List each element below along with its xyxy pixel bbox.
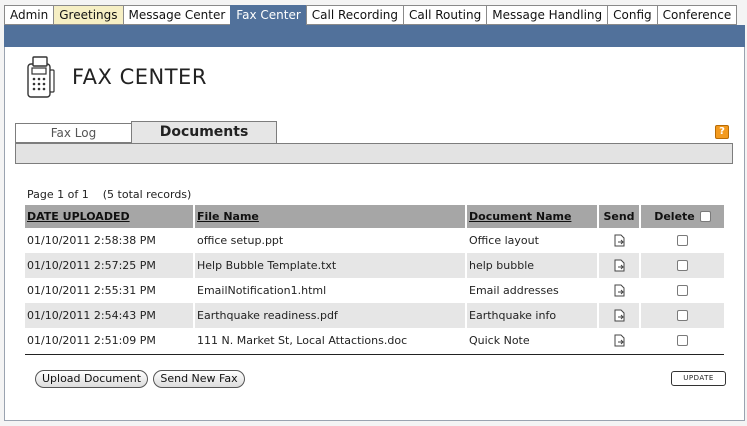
main-panel: FAX CENTER Fax Log Documents ? Page 1 of…	[4, 47, 745, 421]
tab-fax-log[interactable]: Fax Log	[15, 123, 132, 143]
upload-document-button[interactable]: Upload Document	[35, 370, 148, 388]
delete-cell	[641, 228, 724, 253]
document-name-cell: Office layout	[467, 228, 599, 253]
tab-documents[interactable]: Documents	[131, 121, 277, 143]
documents-table: DATE UPLOADED File Name Document Name Se…	[25, 205, 724, 353]
send-cell	[599, 303, 641, 328]
nav-tab-greetings[interactable]: Greetings	[53, 5, 123, 25]
table-row: 01/10/2011 2:57:25 PM Help Bubble Templa…	[25, 253, 724, 278]
date-uploaded-cell: 01/10/2011 2:54:43 PM	[25, 303, 195, 328]
column-header-date-uploaded[interactable]: DATE UPLOADED	[25, 205, 195, 228]
sub-tabs: Fax Log Documents	[15, 121, 277, 143]
document-name-cell: Earthquake info	[467, 303, 599, 328]
send-document-icon[interactable]	[613, 284, 626, 297]
table-divider	[25, 354, 724, 355]
table-header-row: DATE UPLOADED File Name Document Name Se…	[25, 205, 724, 228]
table-row: 01/10/2011 2:54:43 PM Earthquake readine…	[25, 303, 724, 328]
delete-checkbox[interactable]	[677, 285, 688, 296]
delete-cell	[641, 253, 724, 278]
send-document-icon[interactable]	[613, 334, 626, 347]
sub-tab-bar	[15, 143, 733, 164]
page-header: FAX CENTER	[27, 56, 207, 98]
table-row: 01/10/2011 2:58:38 PM office setup.ppt O…	[25, 228, 724, 253]
file-name-cell: Help Bubble Template.txt	[195, 253, 467, 278]
pagination-info: Page 1 of 1 (5 total records)	[27, 188, 191, 201]
send-cell	[599, 278, 641, 303]
file-name-cell: office setup.ppt	[195, 228, 467, 253]
delete-checkbox[interactable]	[677, 310, 688, 321]
send-new-fax-button[interactable]: Send New Fax	[153, 370, 245, 388]
document-name-cell: Email addresses	[467, 278, 599, 303]
column-header-delete: Delete	[641, 205, 724, 228]
file-name-cell: Earthquake readiness.pdf	[195, 303, 467, 328]
send-cell	[599, 253, 641, 278]
nav-tab-config[interactable]: Config	[607, 5, 657, 25]
select-all-delete-checkbox[interactable]	[699, 211, 711, 222]
top-nav: Admin Greetings Message Center Fax Cente…	[4, 5, 738, 25]
column-header-send: Send	[599, 205, 641, 228]
delete-checkbox[interactable]	[677, 235, 688, 246]
nav-tab-call-routing[interactable]: Call Routing	[403, 5, 487, 25]
nav-tab-fax-center[interactable]: Fax Center	[230, 5, 306, 25]
table-row: 01/10/2011 2:55:31 PM EmailNotification1…	[25, 278, 724, 303]
help-icon[interactable]: ?	[715, 125, 729, 139]
delete-cell	[641, 328, 724, 353]
nav-tab-message-handling[interactable]: Message Handling	[486, 5, 608, 25]
send-document-icon[interactable]	[613, 234, 626, 247]
date-uploaded-cell: 01/10/2011 2:58:38 PM	[25, 228, 195, 253]
document-name-cell: Quick Note	[467, 328, 599, 353]
update-button[interactable]: UPDATE	[671, 371, 726, 386]
header-bar	[4, 25, 745, 47]
delete-header-label: Delete	[654, 210, 695, 223]
send-document-icon[interactable]	[613, 309, 626, 322]
send-cell	[599, 228, 641, 253]
delete-checkbox[interactable]	[677, 260, 688, 271]
total-records: (5 total records)	[102, 188, 192, 201]
page-title: FAX CENTER	[72, 65, 207, 89]
nav-tab-admin[interactable]: Admin	[4, 5, 54, 25]
delete-cell	[641, 278, 724, 303]
nav-tab-call-recording[interactable]: Call Recording	[305, 5, 403, 25]
file-name-cell: 111 N. Market St, Local Attactions.doc	[195, 328, 467, 353]
send-document-icon[interactable]	[613, 259, 626, 272]
send-cell	[599, 328, 641, 353]
nav-tab-conference[interactable]: Conference	[656, 5, 738, 25]
fax-device-icon	[27, 56, 55, 98]
delete-cell	[641, 303, 724, 328]
page-count: Page 1 of 1	[27, 188, 89, 201]
date-uploaded-cell: 01/10/2011 2:51:09 PM	[25, 328, 195, 353]
column-header-document-name[interactable]: Document Name	[467, 205, 599, 228]
date-uploaded-cell: 01/10/2011 2:55:31 PM	[25, 278, 195, 303]
column-header-file-name[interactable]: File Name	[195, 205, 467, 228]
table-row: 01/10/2011 2:51:09 PM 111 N. Market St, …	[25, 328, 724, 353]
nav-tab-message-center[interactable]: Message Center	[122, 5, 231, 25]
document-name-cell: help bubble	[467, 253, 599, 278]
delete-checkbox[interactable]	[677, 335, 688, 346]
file-name-cell: EmailNotification1.html	[195, 278, 467, 303]
date-uploaded-cell: 01/10/2011 2:57:25 PM	[25, 253, 195, 278]
